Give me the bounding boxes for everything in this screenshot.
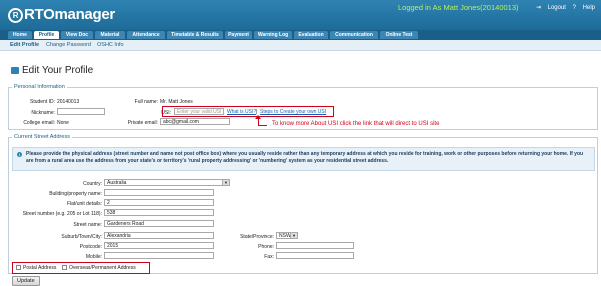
street-number-label: Street number (e.g. 205 or Lot 118): [22, 211, 102, 217]
personal-info-legend: Personal Information [14, 84, 65, 90]
annotation-arrow-line [258, 118, 267, 126]
building-label: Building/property name: [49, 191, 102, 197]
country-select[interactable]: Australia ▼ [104, 179, 230, 186]
logout-link[interactable]: ⇥ Logout [536, 5, 566, 11]
postal-address-label: Postal Address [23, 265, 57, 271]
update-button[interactable]: Update [12, 276, 40, 286]
help-link[interactable]: ? Help [573, 5, 595, 11]
nav-payment[interactable]: Payment [225, 31, 252, 39]
street-name-input[interactable]: Gardeners Road [104, 220, 214, 227]
subnav-change-password[interactable]: Change Password [46, 42, 91, 48]
postal-address-checkbox[interactable] [16, 265, 21, 270]
fax-input[interactable] [276, 252, 354, 259]
flat-input[interactable]: 2 [104, 199, 214, 206]
nav-communication[interactable]: Communication [330, 31, 378, 39]
nickname-label: Nickname: [31, 110, 55, 116]
logo-text: RTOmanager [24, 6, 115, 23]
state-select[interactable]: NSW ▼ [276, 232, 298, 239]
state-label: State/Province: [240, 234, 274, 240]
page-title: Edit Your Profile [22, 65, 94, 76]
create-usi-link[interactable]: Steps to Create your own USI [260, 109, 326, 115]
sub-nav: Edit Profile Change Password OSHC Info [0, 40, 601, 51]
subnav-oshc-info[interactable]: OSHC Info [97, 42, 124, 48]
top-links: ⇥ Logout ? Help [531, 4, 595, 11]
address-info-text: Please provide the physical address (str… [26, 151, 584, 164]
fax-label: Fax: [264, 254, 274, 260]
student-id-label: Student ID: [29, 99, 55, 105]
usi-input[interactable]: Enter your valid USI here [174, 108, 224, 115]
phone-label: Phone: [258, 244, 274, 250]
address-info-box: i Please provide the physical address (s… [12, 147, 595, 171]
nav-evaluation[interactable]: Evaluation [294, 31, 328, 39]
profile-icon [11, 67, 19, 74]
nav-profile[interactable]: Profile [34, 31, 59, 39]
student-id-value: 20140013 [57, 99, 80, 105]
street-number-input[interactable]: 538 [104, 209, 214, 216]
mobile-label: Mobile: [85, 254, 102, 260]
nav-home[interactable]: Home [8, 31, 32, 39]
building-input[interactable] [104, 189, 214, 196]
logged-in-status: Logged in As Matt Jones(20140013) [398, 3, 519, 12]
address-legend: Current Street Address [14, 134, 70, 140]
what-is-usi-link[interactable]: What is USI? [227, 109, 256, 115]
full-name-label: Full name: [134, 99, 158, 105]
college-email-value: None [57, 120, 69, 126]
postcode-label: Postcode: [79, 244, 102, 250]
nav-material[interactable]: Material [95, 31, 125, 39]
app-header: R RTOmanager Logged in As Matt Jones(2014… [0, 0, 601, 30]
college-email-label: College email: [23, 120, 55, 126]
mobile-input[interactable] [104, 252, 214, 259]
nav-online-test[interactable]: Online Test [380, 31, 418, 39]
country-label: Country: [83, 181, 102, 187]
nav-attendance[interactable]: Attendance [127, 31, 165, 39]
full-name-value: Mr. Matt Jones [160, 99, 193, 105]
flat-label: Flat/unit details: [66, 201, 102, 207]
nickname-input[interactable] [57, 108, 105, 115]
info-icon: i [17, 152, 22, 157]
street-name-label: Street name: [73, 222, 102, 228]
overseas-address-label: Overseas/Permanent Address [69, 265, 136, 271]
usi-label: USI: [161, 110, 171, 116]
usi-annotation: To know more About USI click the link th… [272, 121, 440, 127]
suburb-label: Suburb/Town/City: [61, 234, 102, 240]
logo-mark-icon: R [8, 8, 23, 23]
chevron-down-icon: ▼ [222, 180, 229, 185]
nav-timetable-results[interactable]: Timetable & Results [167, 31, 223, 39]
subnav-edit-profile[interactable]: Edit Profile [10, 42, 39, 48]
private-email-label: Private email: [127, 120, 158, 126]
private-email-input[interactable]: abc@gmail.com [160, 118, 230, 125]
nav-view-doc[interactable]: View Doc [61, 31, 93, 39]
app-logo[interactable]: R RTOmanager [8, 6, 115, 23]
overseas-address-checkbox[interactable] [62, 265, 67, 270]
chevron-down-icon: ▼ [290, 233, 297, 238]
nav-warning-log[interactable]: Warning Log [254, 31, 292, 39]
postcode-input[interactable]: 2015 [104, 242, 214, 249]
suburb-input[interactable]: Alexandria [104, 232, 214, 239]
phone-input[interactable] [276, 242, 354, 249]
main-nav: Home Profile View Doc Material Attendanc… [0, 30, 601, 40]
